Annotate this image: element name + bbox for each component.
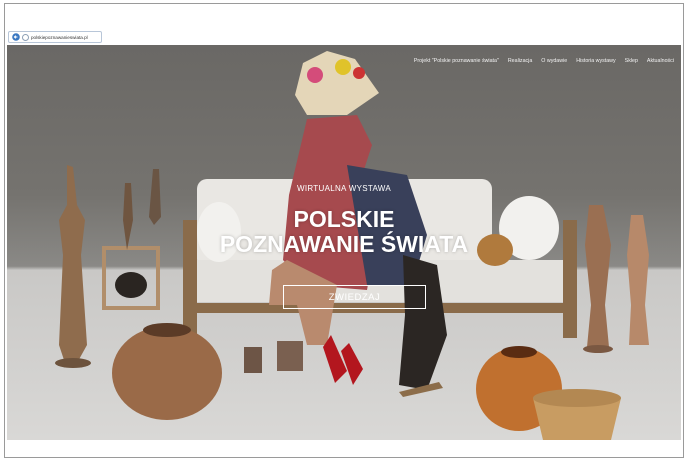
hero-title-line-1: POLSKIE (293, 206, 395, 232)
hero-title: POLSKIE POZNAWANIE ŚWIATA (7, 207, 681, 257)
browser-window: polskiepoznawanieswiata.pl Projekt "Pols… (4, 3, 684, 458)
nav-item-project[interactable]: Projekt "Polskie poznawanie świata" (414, 58, 499, 64)
site-info-icon[interactable] (22, 33, 29, 41)
back-arrow-icon[interactable] (11, 33, 20, 42)
url-text[interactable]: polskiepoznawanieswiata.pl (31, 35, 88, 40)
nav-item-o-wydawie[interactable]: O wydawie (541, 58, 567, 64)
nav-item-historia-wystawy[interactable]: Historia wystawy (576, 58, 615, 64)
nav-item-realizacja[interactable]: Realizacja (508, 58, 532, 64)
zwiedzaj-button[interactable]: ZWIEDZAJ (283, 285, 426, 309)
hero-subtitle: WIRTUALNA WYSTAWA (297, 184, 391, 193)
hero-section: Projekt "Polskie poznawanie świata" Real… (7, 45, 681, 440)
address-bar[interactable]: polskiepoznawanieswiata.pl (8, 31, 102, 43)
nav-item-sklep[interactable]: Sklep (625, 58, 638, 64)
nav-item-aktualnosci[interactable]: Aktualności (647, 58, 674, 64)
hero-title-line-2: POZNAWANIE ŚWIATA (219, 231, 469, 257)
top-navigation: Projekt "Polskie poznawanie świata" Real… (414, 58, 674, 64)
